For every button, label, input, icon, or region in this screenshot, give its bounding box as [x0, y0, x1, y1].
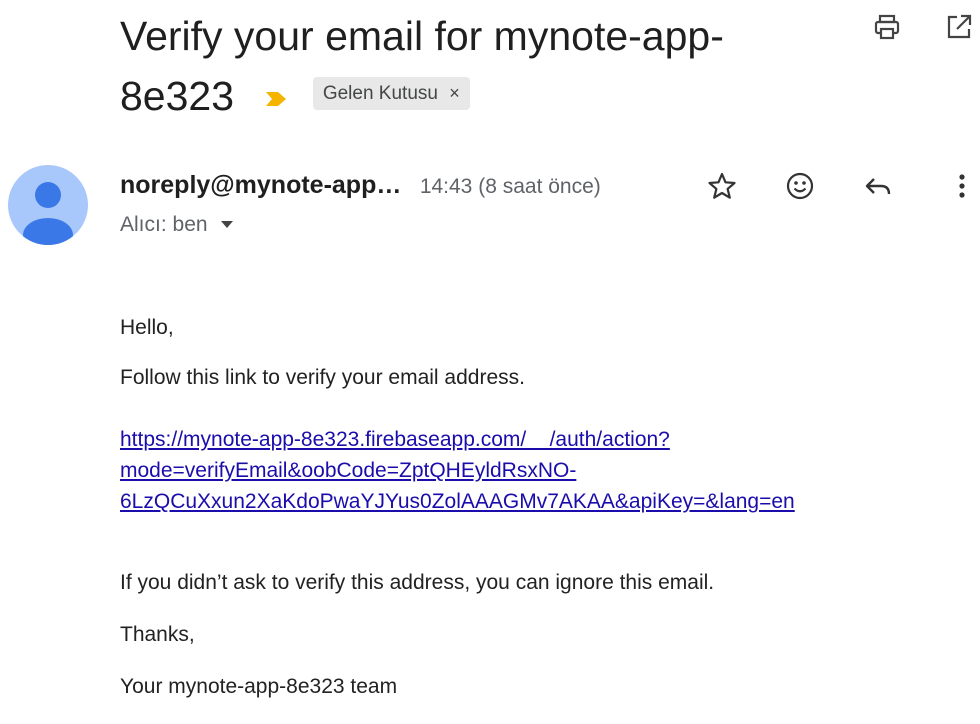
star-icon[interactable]	[706, 170, 738, 202]
verification-link-line[interactable]: mode=verifyEmail&oobCode=ZptQHEyldRsxNO-	[120, 455, 795, 486]
sender-line: noreply@mynote-app… 14:43 (8 saat önce)	[120, 165, 601, 205]
open-in-new-icon[interactable]	[944, 12, 974, 42]
reply-icon[interactable]	[862, 170, 894, 202]
verification-link-line[interactable]: 6LzQCuXxun2XaKdoPwaYJYus0ZolAAAGMv7AKAA&…	[120, 486, 795, 517]
intro-text: Follow this link to verify your email ad…	[120, 366, 525, 389]
recipient-label: Alıcı: ben	[120, 213, 208, 236]
greeting-text: Hello,	[120, 316, 174, 339]
signature-text: Your mynote-app-8e323 team	[120, 675, 398, 698]
sender-name[interactable]: noreply@mynote-app…	[120, 171, 401, 199]
verification-link-line[interactable]: https://mynote-app-8e323.firebaseapp.com…	[120, 424, 795, 455]
subject-line-1: Verify your email for mynote-app-	[120, 13, 724, 59]
label-chip-text: Gelen Kutusu	[322, 82, 438, 104]
thanks-text: Thanks,	[120, 623, 195, 646]
remove-label-button[interactable]: ×	[449, 83, 460, 103]
importance-marker-icon[interactable]	[265, 63, 287, 123]
subject-line-2: 8e323	[120, 73, 235, 119]
email-subject: Verify your email for mynote-app- 8e323 …	[120, 6, 840, 129]
verification-link[interactable]: https://mynote-app-8e323.firebaseapp.com…	[120, 424, 795, 517]
ignore-notice-text: If you didn’t ask to verify this address…	[120, 571, 715, 594]
emoji-icon[interactable]	[784, 170, 816, 202]
more-vert-icon[interactable]	[946, 170, 978, 202]
recipient-details-toggle[interactable]: Alıcı: ben	[120, 207, 234, 241]
sent-time: 14:43 (8 saat önce)	[419, 175, 601, 198]
label-chip-inbox: Gelen Kutusu ×	[312, 76, 470, 110]
print-icon[interactable]	[872, 12, 902, 42]
chevron-down-icon[interactable]	[221, 207, 234, 239]
subject-line-2-row: 8e323 Gelen Kutusu ×	[120, 66, 840, 129]
sender-avatar[interactable]	[8, 165, 88, 245]
